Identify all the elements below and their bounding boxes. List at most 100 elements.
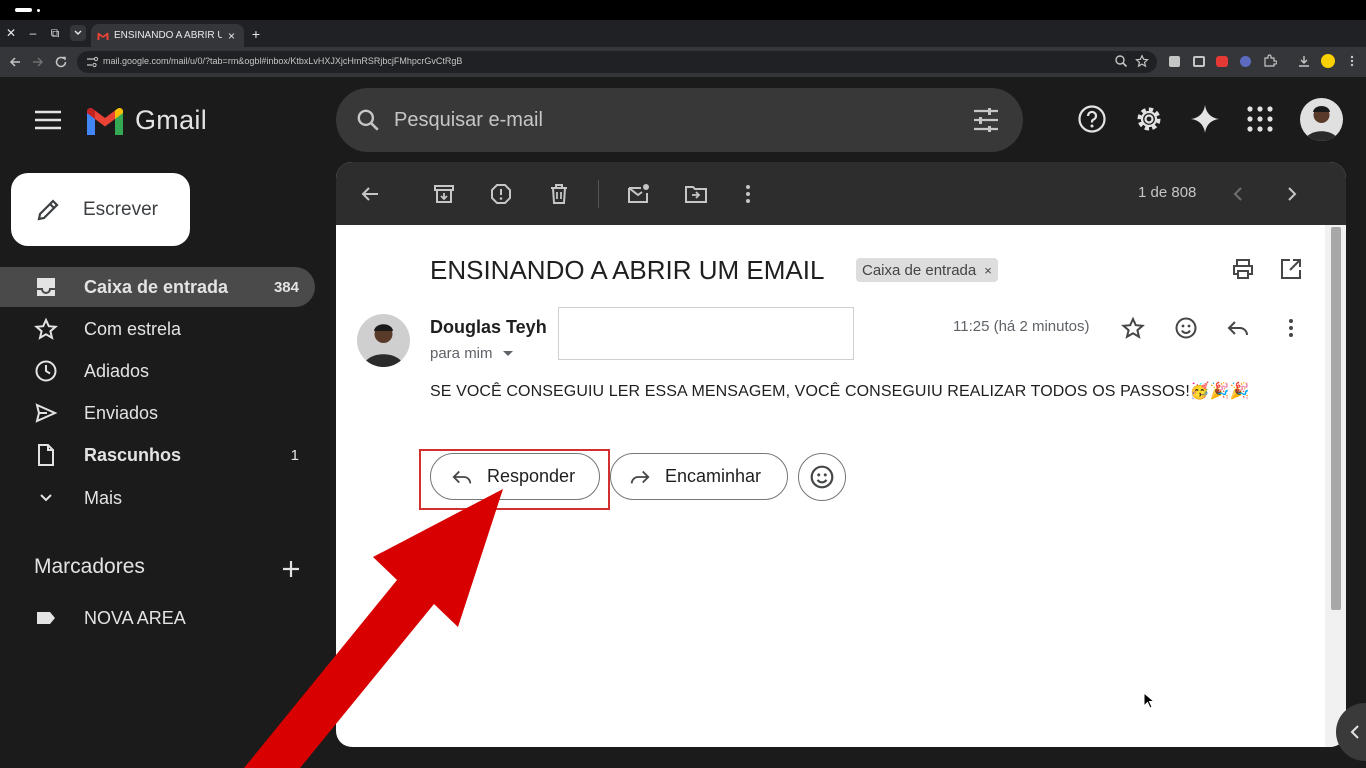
reply-icon[interactable] [1226, 316, 1250, 340]
gmail-logo[interactable]: Gmail [84, 104, 207, 136]
search-icon[interactable] [355, 107, 381, 133]
sidebar-item-label: Rascunhos [84, 444, 182, 465]
older-chevron-right-icon[interactable] [1279, 182, 1303, 206]
account-avatar[interactable] [1300, 98, 1343, 141]
sidebar-item-sent[interactable]: Enviados [0, 393, 315, 433]
compose-button[interactable]: Escrever [11, 173, 190, 246]
settings-gear-icon[interactable] [1134, 104, 1164, 134]
delete-icon[interactable] [547, 182, 571, 206]
apps-grid-icon[interactable] [1245, 104, 1275, 134]
browser-menu-icon[interactable] [1345, 54, 1359, 68]
reply-button-label: Responder [487, 466, 576, 486]
email-subject: ENSINANDO A ABRIR UM EMAIL [430, 255, 825, 285]
sidebar-item-more[interactable]: Mais [0, 478, 315, 518]
emoji-reaction-button[interactable] [798, 453, 846, 501]
mouse-cursor-icon [1143, 692, 1155, 710]
main-menu-icon[interactable] [34, 110, 62, 130]
extension-2-icon[interactable] [1193, 56, 1205, 67]
chevron-down-icon [40, 494, 52, 502]
back-to-inbox-icon[interactable] [358, 182, 382, 206]
draft-icon [38, 444, 54, 466]
scrollbar-thumb[interactable] [1331, 227, 1341, 610]
print-icon[interactable] [1231, 257, 1255, 281]
unread-count: 384 [273, 278, 299, 296]
extension-4-icon[interactable] [1240, 56, 1251, 67]
newer-chevron-left-icon[interactable] [1227, 182, 1251, 206]
redacted-sender-email [558, 307, 854, 360]
os-top-bar [0, 0, 1366, 20]
sender-avatar[interactable] [357, 314, 410, 367]
new-tab-icon[interactable]: + [248, 26, 264, 42]
star-icon [34, 317, 58, 340]
workspace-indicator[interactable] [15, 8, 32, 12]
back-icon[interactable] [7, 54, 23, 70]
help-icon[interactable] [1077, 104, 1107, 134]
browser-tab[interactable]: ENSINANDO A ABRIR UM EMAIL × [91, 24, 244, 47]
label-icon [37, 612, 55, 624]
recipient-details[interactable]: para mim [430, 345, 513, 362]
search-bar[interactable]: Pesquisar e-mail [336, 88, 1023, 152]
search-options-icon[interactable] [973, 108, 999, 132]
workspace-dot[interactable] [37, 9, 40, 12]
draft-count: 1 [290, 446, 299, 464]
site-info-icon[interactable] [85, 55, 99, 69]
forward-arrow-icon [630, 470, 650, 484]
sender-name[interactable]: Douglas Teyh [430, 317, 547, 338]
tab-title: ENSINANDO A ABRIR UM EMAIL [114, 30, 222, 41]
remove-label-icon[interactable]: × [984, 263, 992, 278]
bookmark-star-icon[interactable] [1135, 54, 1149, 68]
email-timestamp: 11:25 (há 2 minutos) [953, 318, 1090, 335]
tab-close-icon[interactable]: × [228, 29, 235, 43]
mark-unread-icon[interactable] [626, 182, 650, 206]
sidebar-item-snoozed[interactable]: Adiados [0, 351, 315, 391]
downloads-icon[interactable] [1297, 54, 1311, 68]
extension-1-icon[interactable] [1169, 56, 1180, 67]
message-toolbar: 1 de 808 [336, 162, 1346, 225]
add-reaction-icon[interactable] [1174, 316, 1198, 340]
address-bar[interactable]: mail.google.com/mail/u/0/?tab=rm&ogbl#in… [77, 51, 1157, 73]
archive-icon[interactable] [432, 182, 456, 206]
gemini-sparkle-icon[interactable] [1190, 104, 1220, 134]
add-label-icon[interactable] [280, 558, 302, 580]
sidebar-item-label: NOVA AREA [84, 607, 186, 628]
forward-icon[interactable] [30, 54, 46, 70]
clock-icon [35, 360, 57, 382]
extension-3-icon[interactable] [1216, 56, 1228, 67]
sidebar-item-label-nova-area[interactable]: NOVA AREA [0, 598, 315, 638]
toolbar-divider [598, 180, 599, 208]
close-window-icon[interactable]: ✕ [3, 25, 19, 41]
profile-icon[interactable] [1321, 54, 1335, 68]
caret-down-icon[interactable] [502, 351, 513, 356]
reply-button[interactable]: Responder [430, 453, 600, 500]
label-chip-text: Caixa de entrada [862, 261, 977, 279]
tab-search-icon[interactable] [70, 25, 86, 41]
sidebar-item-starred[interactable]: Com estrela [0, 309, 315, 349]
pagination-text: 1 de 808 [1138, 184, 1197, 201]
scrollbar[interactable] [1325, 225, 1346, 747]
recipient-text: para mim [430, 345, 493, 362]
more-options-icon[interactable] [736, 182, 760, 206]
forward-button[interactable]: Encaminhar [610, 453, 788, 500]
url-text: mail.google.com/mail/u/0/?tab=rm&ogbl#in… [103, 56, 463, 66]
labels-heading: Marcadores [34, 555, 145, 578]
sidebar-item-drafts[interactable]: Rascunhos 1 [0, 435, 315, 475]
reload-icon[interactable] [53, 54, 69, 70]
sidebar-item-label: Com estrela [84, 318, 182, 339]
star-message-icon[interactable] [1121, 316, 1145, 340]
report-spam-icon[interactable] [489, 182, 513, 206]
search-input[interactable]: Pesquisar e-mail [394, 109, 543, 132]
move-to-icon[interactable] [684, 182, 708, 206]
zoom-icon[interactable] [1114, 54, 1128, 68]
reply-arrow-icon [452, 470, 472, 484]
extensions-puzzle-icon[interactable] [1263, 54, 1277, 68]
chevron-left-icon [1350, 725, 1359, 739]
minimize-window-icon[interactable]: – [25, 25, 41, 41]
message-more-icon[interactable] [1279, 316, 1303, 340]
sidebar-item-label: Mais [84, 487, 123, 508]
restore-window-icon[interactable]: ⧉ [47, 25, 63, 41]
gmail-m-icon [87, 108, 123, 135]
open-new-window-icon[interactable] [1279, 257, 1303, 281]
label-chip: Caixa de entrada × [856, 258, 998, 282]
sidebar-item-inbox[interactable]: Caixa de entrada 384 [0, 267, 315, 307]
forward-button-label: Encaminhar [665, 466, 762, 486]
